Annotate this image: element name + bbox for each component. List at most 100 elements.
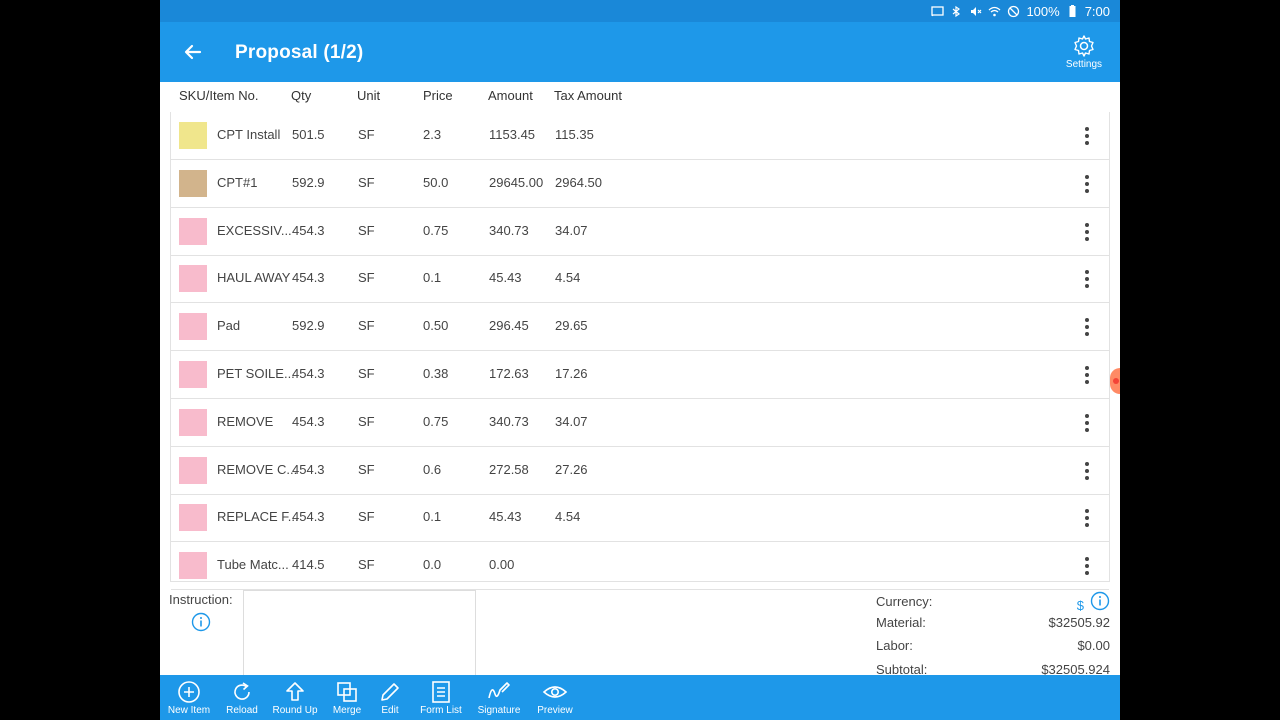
menu-dot [1085,236,1089,241]
column-header-amount: Amount [488,88,533,103]
menu-dot [1085,127,1089,131]
currency-symbol[interactable]: $ [1077,598,1084,613]
gear-icon [1074,35,1094,57]
unit-cell: SF [358,318,375,334]
table-row[interactable]: EXCESSIV... 454.3 SF 0.75 340.73 34.07 [171,208,1109,256]
clock: 7:00 [1084,3,1110,19]
more-vert-icon[interactable] [1079,459,1095,483]
battery-percent: 100% [1026,3,1060,19]
unit-cell: SF [358,461,375,477]
price-cell: 0.75 [423,222,449,238]
table-row[interactable]: REMOVE C... 454.3 SF 0.6 272.58 27.26 [171,447,1109,495]
mute-icon [969,5,982,18]
color-swatch [179,361,207,388]
signature-icon [488,682,510,699]
more-vert-icon[interactable] [1079,172,1095,196]
menu-dot [1085,366,1089,370]
amount-cell: 0.00 [489,557,515,573]
reload-button[interactable]: Reload [222,675,262,720]
more-vert-icon[interactable] [1079,554,1095,578]
column-header-unit: Unit [357,88,381,103]
column-header-tax-amount: Tax Amount [554,88,622,103]
unit-cell: SF [358,557,375,573]
more-vert-icon[interactable] [1079,267,1095,291]
signature-button[interactable]: Signature [474,675,524,720]
more-vert-icon[interactable] [1079,315,1095,339]
color-swatch [179,169,207,197]
sku-cell: REMOVE [217,413,274,429]
sku-cell: PET SOILE... [217,366,295,381]
more-vert-icon[interactable] [1079,220,1095,244]
qty-cell: 454.3 [292,222,325,238]
qty-cell: 592.9 [292,318,325,334]
column-header-price: Price [423,88,453,103]
preview-button[interactable]: Preview [532,675,578,720]
unit-cell: SF [358,270,375,286]
menu-dot [1085,134,1089,138]
item-list: CPT Install 501.5 SF 2.3 1153.45 115.35 CPT#1 5… [170,112,1110,591]
table-row[interactable]: PET SOILE... 454.3 SF 0.38 172.63 17.26 [171,351,1109,399]
back-button[interactable] [180,40,208,64]
table-row[interactable]: Pad 592.9 SF 0.50 296.45 29.65 [171,303,1109,352]
instruction-info-button[interactable] [191,612,211,632]
menu-dot [1085,277,1089,282]
price-cell: 0.0 [423,557,442,573]
cast-icon [931,5,945,18]
qty-cell: 454.3 [292,270,325,286]
currency-label: Currency: [876,594,933,609]
color-swatch [179,217,207,245]
round-up-button[interactable]: Round Up [272,675,318,720]
signature-label: Signature [477,705,521,716]
amount-cell: 296.45 [489,318,529,334]
app-screen: 100% 7:00 Proposal (1/2) Settings SKU/It… [160,0,1120,720]
unit-cell: SF [358,222,375,238]
table-row[interactable]: CPT#1 592.9 SF 50.0 29645.00 2964.50 [171,160,1109,208]
table-row[interactable]: REMOVE 454.3 SF 0.75 340.73 34.07 [171,399,1109,447]
price-cell: 50.0 [423,174,449,190]
page-title: Proposal (1/2) [235,42,364,63]
more-vert-icon[interactable] [1079,124,1095,148]
info-icon [191,612,211,632]
table-row[interactable]: HAUL AWAY 454.3 SF 0.1 45.43 4.54 [171,255,1109,304]
scroll-handle[interactable] [1110,368,1120,394]
price-cell: 0.1 [423,270,442,286]
bottom-toolbar: New Item Reload Round Up Merge Edit Form… [160,675,1120,720]
sku-cell: Tube Matc... [217,557,289,573]
unit-cell: SF [358,509,375,525]
table-row[interactable]: CPT Install 501.5 SF 2.3 1153.45 115.35 [171,112,1109,160]
menu-dot [1085,571,1089,576]
price-cell: 2.3 [423,127,442,142]
qty-cell: 454.3 [292,413,325,429]
tax-amount-cell: 17.26 [555,366,588,381]
more-vert-icon[interactable] [1079,411,1095,435]
form-list-button[interactable]: Form List [416,675,466,720]
more-vert-icon[interactable] [1079,363,1095,387]
menu-dot [1085,475,1089,480]
menu-dot [1085,174,1089,179]
currency-info-button[interactable] [1090,591,1110,611]
unit-cell: SF [358,127,375,142]
merge-button[interactable]: Merge [328,675,366,720]
instruction-input[interactable] [243,590,476,680]
qty-cell: 414.5 [292,557,325,573]
table-row[interactable]: REPLACE F... 454.3 SF 0.1 45.43 4.54 [171,494,1109,543]
menu-dot [1085,284,1089,289]
qty-cell: 454.3 [292,461,325,477]
menu-dot [1085,373,1089,377]
color-swatch [179,552,207,580]
tax-amount-cell: 115.35 [555,127,594,142]
menu-dot [1085,420,1089,425]
column-header-sku: SKU/Item No. [179,88,259,103]
color-swatch [179,504,207,532]
settings-button[interactable]: Settings [1064,34,1104,74]
sku-cell: HAUL AWAY [217,270,291,286]
table-row[interactable]: Tube Matc... 414.5 SF 0.0 0.00 [171,542,1109,591]
sku-cell: REMOVE C... [217,461,298,477]
amount-cell: 29645.00 [489,174,544,190]
edit-button[interactable]: Edit [374,675,406,720]
tax-amount-cell: 34.07 [555,222,588,238]
new-item-button[interactable]: New Item [164,675,214,720]
more-vert-icon[interactable] [1079,506,1095,530]
table-header: SKU/Item No. Qty Unit Price Amount Tax A… [160,82,1120,112]
info-icon [1090,591,1110,611]
